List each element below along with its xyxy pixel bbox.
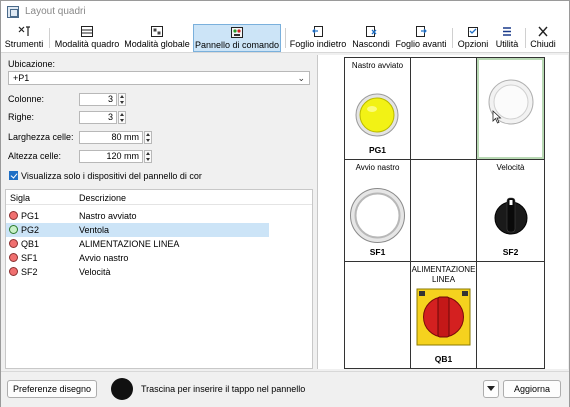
opzioni-button[interactable]: Opzioni — [456, 24, 490, 52]
panel-grid: Nastro avviato PG1 Avvio nastro SF1 Velo… — [344, 57, 545, 369]
status-dot-icon — [9, 253, 18, 262]
white-pushbutton-icon — [350, 188, 405, 243]
panel-cell-qb1[interactable]: ALIMENTAZIONE LINEA QB1 — [411, 262, 476, 368]
tools-icon — [17, 25, 31, 38]
panel-cell-highlight[interactable] — [477, 58, 544, 159]
panel-cell-empty[interactable] — [345, 262, 410, 368]
sheet-back-icon — [311, 25, 325, 38]
larghezza-stepper[interactable] — [144, 131, 152, 144]
panel-mode-icon — [80, 25, 94, 38]
altezza-label: Altezza celle: — [8, 151, 62, 161]
control-panel-icon — [230, 26, 244, 39]
status-dot-icon — [9, 225, 18, 234]
foglio-indietro-button[interactable]: Foglio indietro — [289, 24, 347, 52]
left-pane: Ubicazione: +P1 ⌄ Colonne: 3 Righe: 3 La… — [3, 55, 315, 369]
status-dot-icon — [9, 239, 18, 248]
chevron-down-icon — [487, 386, 495, 391]
sigla-column-header[interactable]: Sigla — [10, 193, 30, 203]
toolbar: Strumenti Modalità quadro Modalità globa… — [1, 23, 569, 53]
list-item[interactable]: PG1 Nastro avviato — [6, 209, 269, 223]
panel-preview: Nastro avviato PG1 Avvio nastro SF1 Velo… — [317, 55, 568, 369]
descrizione-column-header[interactable]: Descrizione — [79, 193, 126, 203]
ubicazione-value: +P1 — [13, 73, 30, 83]
list-header: Sigla Descrizione — [6, 190, 312, 205]
list-item[interactable]: SF1 Avvio nastro — [6, 251, 269, 265]
utility-icon — [500, 25, 514, 38]
visualizza-checkbox[interactable] — [9, 171, 18, 180]
colonne-label: Colonne: — [8, 94, 45, 104]
panel-cell-sf2[interactable]: Velocità SF2 — [477, 160, 544, 261]
foglio-avanti-button[interactable]: Foglio avanti — [394, 24, 448, 52]
larghezza-label: Larghezza celle: — [8, 132, 74, 142]
panel-cell-empty[interactable] — [411, 58, 476, 159]
altezza-input[interactable]: 120 mm — [79, 150, 143, 163]
status-dot-icon — [9, 211, 18, 220]
aggiorna-button[interactable]: Aggiorna — [503, 380, 561, 398]
ubicazione-dropdown[interactable]: +P1 ⌄ — [8, 71, 310, 85]
panel-cell-empty[interactable] — [411, 160, 476, 261]
list-item[interactable]: PG2 Ventola — [6, 223, 269, 237]
bottom-bar: Preferenze disegno Trascina per inserire… — [1, 371, 569, 407]
global-mode-icon — [150, 25, 164, 38]
righe-stepper[interactable] — [118, 111, 126, 124]
strumenti-button[interactable]: Strumenti — [3, 24, 45, 52]
drag-hint: Trascina per inserire il tappo nel panne… — [141, 384, 306, 394]
close-icon — [536, 25, 550, 38]
panel-cell-empty[interactable] — [477, 262, 544, 368]
title-bar: Layout quadri — [1, 1, 569, 23]
pannello-di-comando-button[interactable]: Pannello di comando — [193, 24, 281, 52]
larghezza-input[interactable]: 80 mm — [79, 131, 143, 144]
app-icon — [7, 6, 19, 18]
colonne-stepper[interactable] — [118, 93, 126, 106]
list-item[interactable]: QB1 ALIMENTAZIONE LINEA — [6, 237, 269, 251]
status-dot-icon — [9, 267, 18, 276]
device-list: Sigla Descrizione PG1 Nastro avviato PG2… — [5, 189, 313, 369]
options-icon — [466, 25, 480, 38]
preferenze-disegno-button[interactable]: Preferenze disegno — [7, 380, 97, 398]
modalita-quadro-button[interactable]: Modalità quadro — [53, 24, 121, 52]
panel-cell-sf1[interactable]: Avvio nastro SF1 — [345, 160, 410, 261]
sheet-forward-icon — [414, 25, 428, 38]
layout-quadri-window: Layout quadri Strumenti Modalità quadro … — [0, 0, 570, 407]
dropdown-button[interactable] — [483, 380, 499, 398]
cap-drag-handle[interactable] — [111, 378, 133, 400]
nascondi-button[interactable]: Nascondi — [350, 24, 392, 52]
altezza-stepper[interactable] — [144, 150, 152, 163]
hide-icon — [364, 25, 378, 38]
modalita-globale-button[interactable]: Modalità globale — [123, 24, 191, 52]
yellow-lamp-icon — [355, 93, 399, 137]
main-switch-icon — [416, 288, 471, 346]
chiudi-button[interactable]: Chiudi — [528, 24, 558, 52]
righe-input[interactable]: 3 — [79, 111, 117, 124]
mouse-pointer-icon — [492, 110, 502, 124]
chevron-down-icon: ⌄ — [297, 73, 305, 83]
panel-cell-pg1[interactable]: Nastro avviato PG1 — [345, 58, 410, 159]
utilita-button[interactable]: Utilità — [492, 24, 522, 52]
colonne-input[interactable]: 3 — [79, 93, 117, 106]
visualizza-label: Visualizza solo i dispositivi del pannel… — [21, 171, 202, 181]
righe-label: Righe: — [8, 112, 35, 122]
ubicazione-label: Ubicazione: — [8, 59, 56, 69]
window-title: Layout quadri — [25, 6, 86, 17]
black-selector-icon — [494, 197, 528, 235]
list-item[interactable]: SF2 Velocità — [6, 265, 269, 279]
